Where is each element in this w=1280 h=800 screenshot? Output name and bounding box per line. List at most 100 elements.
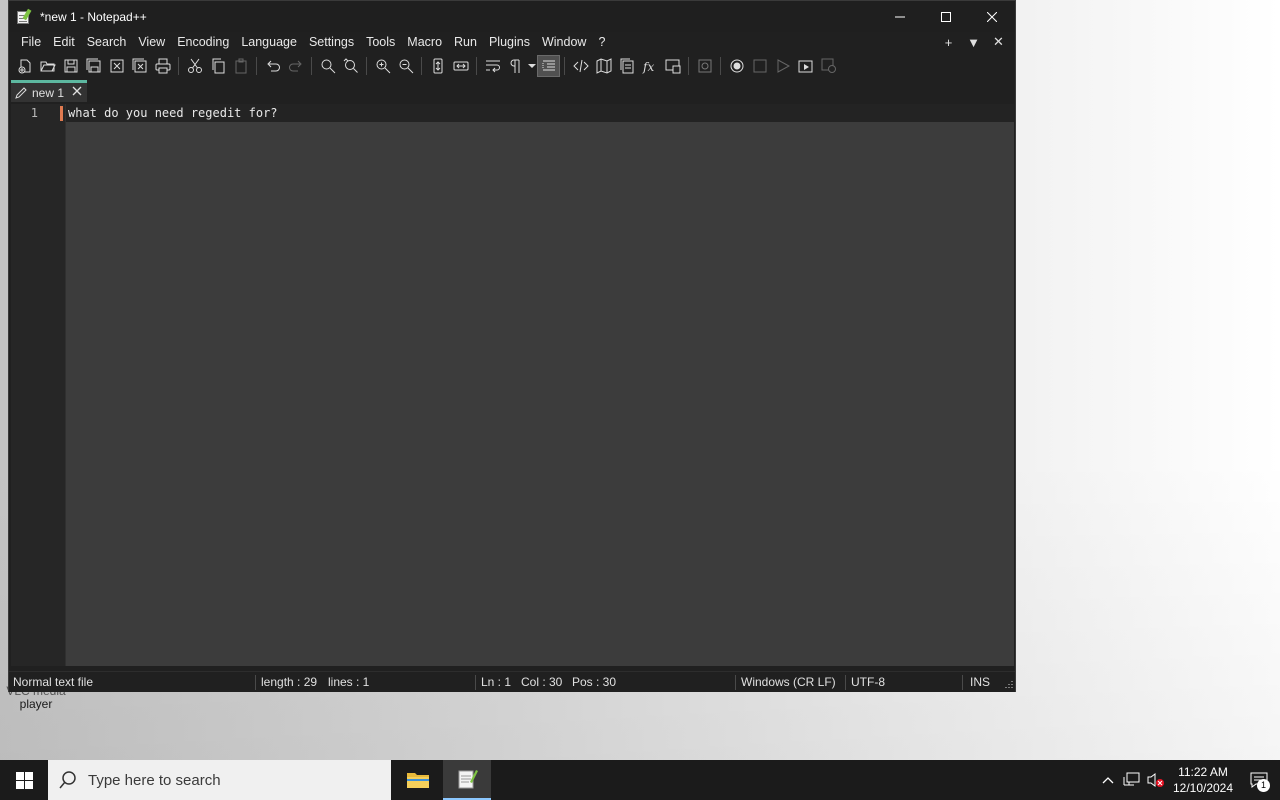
close-all-button[interactable] (128, 55, 151, 77)
undo-button[interactable] (261, 55, 284, 77)
close-doc-button[interactable]: ✕ (986, 34, 1011, 50)
menu-run[interactable]: Run (448, 32, 483, 52)
system-tray: 11:22 AM 12/10/2024 1 (1096, 760, 1280, 800)
find-icon (321, 59, 335, 74)
menu-search[interactable]: Search (81, 32, 133, 52)
close-file-button[interactable] (105, 55, 128, 77)
new-file-button[interactable] (13, 55, 36, 77)
copy-button[interactable] (206, 55, 229, 77)
editor-line-text[interactable]: what do you need regedit for? (66, 105, 278, 121)
close-button[interactable] (969, 1, 1015, 32)
menu-language[interactable]: Language (235, 32, 303, 52)
print-icon (155, 58, 170, 74)
editor-area[interactable]: 1 what do you need regedit for? (11, 104, 1014, 666)
cut-button[interactable] (183, 55, 206, 77)
stop-record-button[interactable] (748, 55, 771, 77)
tab-new-1[interactable]: new 1 (11, 80, 87, 102)
xml-tag-button[interactable] (569, 55, 592, 77)
show-chars-dropdown-button[interactable] (527, 55, 537, 77)
start-button[interactable] (0, 760, 48, 800)
status-lines: lines : 1 (328, 675, 370, 689)
taskbar-file-explorer[interactable] (394, 760, 442, 800)
menu-macro[interactable]: Macro (401, 32, 448, 52)
toolbar-separator (178, 57, 179, 75)
status-eol[interactable]: Windows (CR LF) (737, 672, 840, 693)
replace-icon (343, 58, 358, 73)
paste-icon (235, 58, 246, 74)
chevron-up-icon (1102, 777, 1114, 784)
xml-tag-icon (572, 59, 589, 73)
save-icon (64, 59, 77, 73)
taskbar-search-box[interactable]: Type here to search (48, 760, 391, 800)
title-bar[interactable]: *new 1 - Notepad++ (9, 1, 1015, 32)
volume-button[interactable] (1144, 760, 1168, 800)
network-button[interactable] (1120, 760, 1144, 800)
menu-file[interactable]: File (15, 32, 47, 52)
folder-workspace-button[interactable] (661, 55, 684, 77)
minimize-button[interactable] (877, 1, 923, 32)
tab-list-dropdown-button[interactable]: ▼ (961, 35, 986, 50)
print-button[interactable] (151, 55, 174, 77)
save-button[interactable] (59, 55, 82, 77)
zoom-out-button[interactable] (394, 55, 417, 77)
menu-encoding[interactable]: Encoding (171, 32, 235, 52)
new-file-icon (18, 59, 30, 74)
document-map-button[interactable] (592, 55, 615, 77)
status-separator (845, 675, 846, 690)
function-list-icon: fx (642, 60, 654, 74)
status-encoding[interactable]: UTF-8 (847, 672, 889, 693)
tab-bar: new 1 (9, 80, 1015, 102)
monitoring-button[interactable] (693, 55, 716, 77)
word-wrap-button[interactable] (481, 55, 504, 77)
zoom-in-button[interactable] (371, 55, 394, 77)
word-wrap-icon (485, 60, 500, 73)
notepadpp-window: *new 1 - Notepad++ File Edit Search View… (8, 0, 1016, 692)
toolbar-separator (256, 57, 257, 75)
save-all-button[interactable] (82, 55, 105, 77)
sync-vertical-button[interactable] (426, 55, 449, 77)
menu-view[interactable]: View (132, 32, 171, 52)
record-macro-button[interactable] (725, 55, 748, 77)
paste-button[interactable] (229, 55, 252, 77)
save-macro-button[interactable] (817, 55, 840, 77)
menu-help[interactable]: ? (592, 32, 611, 52)
tab-close-icon[interactable] (71, 85, 83, 97)
show-hidden-icons-button[interactable] (1096, 760, 1120, 800)
show-all-chars-icon (510, 59, 519, 73)
notepadpp-app-icon[interactable] (16, 8, 32, 25)
document-list-button[interactable] (615, 55, 638, 77)
show-all-chars-button[interactable] (504, 55, 527, 77)
run-macro-multiple-icon (798, 60, 812, 73)
monitoring-icon (698, 59, 711, 73)
replace-button[interactable] (339, 55, 362, 77)
close-icon (987, 11, 997, 22)
zoom-in-icon (376, 59, 390, 74)
menu-tools[interactable]: Tools (360, 32, 401, 52)
status-insert-mode[interactable]: INS (966, 672, 994, 693)
sync-vertical-icon (433, 58, 442, 74)
maximize-button[interactable] (923, 1, 969, 32)
taskbar-notepadpp[interactable] (443, 760, 491, 800)
volume-muted-icon (1147, 773, 1164, 787)
run-macro-multiple-button[interactable] (794, 55, 817, 77)
menu-settings[interactable]: Settings (303, 32, 360, 52)
close-icon (110, 59, 123, 73)
function-list-button[interactable]: fx (638, 55, 661, 77)
menu-edit[interactable]: Edit (47, 32, 81, 52)
change-marker (60, 106, 63, 121)
redo-button[interactable] (284, 55, 307, 77)
menu-plugins[interactable]: Plugins (483, 32, 536, 52)
sync-horizontal-button[interactable] (449, 55, 472, 77)
resize-grip-icon[interactable] (1003, 680, 1013, 690)
status-col: Col : 30 (521, 675, 563, 689)
menu-window[interactable]: Window (536, 32, 592, 52)
status-file-type: Normal text file (13, 675, 94, 689)
new-tab-plus-button[interactable]: + (936, 35, 961, 50)
taskbar-clock[interactable]: 11:22 AM 12/10/2024 (1168, 764, 1238, 796)
action-center-button[interactable]: 1 (1238, 760, 1280, 800)
play-macro-button[interactable] (771, 55, 794, 77)
menu-bar: File Edit Search View Encoding Language … (9, 32, 1015, 52)
indent-guide-button[interactable] (537, 55, 560, 77)
open-file-button[interactable] (36, 55, 59, 77)
find-button[interactable] (316, 55, 339, 77)
